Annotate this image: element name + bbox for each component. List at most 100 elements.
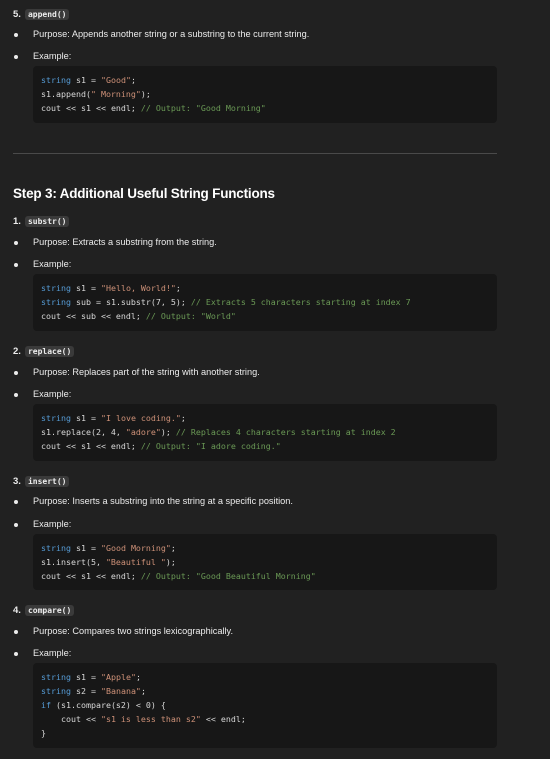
code-token: endl xyxy=(110,103,131,113)
code-token: cout xyxy=(41,441,61,451)
purpose-text: Purpose: Extracts a substring from the s… xyxy=(33,237,217,247)
code-line: string s2 = "Banana"; xyxy=(41,684,497,698)
code-token: } xyxy=(41,728,46,738)
code-token: ; xyxy=(180,413,186,423)
code-token: "Beautiful " xyxy=(105,557,166,567)
code-line: s1.replace(2, 4, "adore"); // Replaces 4… xyxy=(41,425,497,439)
code-line: cout << "s1 is less than s2" << endl; xyxy=(41,712,497,726)
code-token: "s1 is less than s2" xyxy=(100,714,201,724)
bullet-icon xyxy=(14,241,18,245)
code-line: string s1 = "Hello, World!"; xyxy=(41,281,497,295)
function-name: substr() xyxy=(24,216,70,227)
code-token: sub = s1.substr(7, 5); xyxy=(70,297,191,307)
code-line: if (s1.compare(s2) < 0) { xyxy=(41,698,497,712)
code-token: ; xyxy=(175,283,181,293)
code-token: s2 = xyxy=(70,686,101,696)
code-token: s1 = xyxy=(70,75,101,85)
code-line: s1.insert(5, "Beautiful "); xyxy=(41,555,497,569)
code-token: ); xyxy=(165,557,176,567)
function-name: compare() xyxy=(24,605,75,616)
code-token: cout xyxy=(41,103,61,113)
section-number: 2. xyxy=(13,346,21,357)
bullet-icon xyxy=(14,523,18,527)
code-token: // Output: "World" xyxy=(145,311,236,321)
code-token: s1.insert(5, xyxy=(41,557,106,567)
code-token: ; xyxy=(130,103,141,113)
code-token: // Output: "Good Morning" xyxy=(140,103,266,113)
purpose-text: Purpose: Replaces part of the string wit… xyxy=(33,367,260,377)
section-replace-title: 2. replace() xyxy=(13,346,75,357)
code-token: s1.replace(2, 4, xyxy=(41,427,126,437)
function-name: replace() xyxy=(24,346,75,357)
code-token: ; xyxy=(130,75,136,85)
code-block[interactable]: string s1 = "Apple"; string s2 = "Banana"… xyxy=(33,663,497,748)
code-token: cout << xyxy=(41,714,101,724)
code-block[interactable]: string s1 = "Good"; s1.append(" Morning")… xyxy=(33,66,497,123)
code-line: string s1 = "I love coding."; xyxy=(41,411,497,425)
code-token: cout xyxy=(41,571,61,581)
bullet-icon xyxy=(14,500,18,504)
code-line: string sub = s1.substr(7, 5); // Extract… xyxy=(41,295,497,309)
function-name: append() xyxy=(24,9,70,20)
code-line: cout << s1 << endl; // Output: "Good Mor… xyxy=(41,101,497,115)
code-token: s1 = xyxy=(70,283,101,293)
document: 5. append() Purpose: Appends another stri… xyxy=(0,0,550,759)
code-token: "Hello, World!" xyxy=(100,283,176,293)
code-block[interactable]: string s1 = "I love coding."; s1.replace(… xyxy=(33,404,497,461)
code-token: s1 = xyxy=(70,413,101,423)
code-token: string xyxy=(41,297,71,307)
code-token: ); xyxy=(140,89,151,99)
code-line: } xyxy=(41,726,497,740)
code-line: string s1 = "Good Morning"; xyxy=(41,541,497,555)
code-block[interactable]: string s1 = "Good Morning"; s1.insert(5, … xyxy=(33,534,497,590)
code-token: string xyxy=(41,686,71,696)
code-line: string s1 = "Good"; xyxy=(41,73,497,87)
code-token: ; xyxy=(170,543,176,553)
function-name: insert() xyxy=(24,476,70,487)
example-label: Example: xyxy=(33,51,72,61)
example-label: Example: xyxy=(33,648,72,658)
code-token: " Morning" xyxy=(90,89,141,99)
code-token: "I love coding." xyxy=(100,413,181,423)
example-label: Example: xyxy=(33,389,72,399)
code-token: "adore" xyxy=(125,427,161,437)
code-token: s1.append( xyxy=(41,89,91,99)
example-label: Example: xyxy=(33,259,72,269)
code-line: s1.append(" Morning"); xyxy=(41,87,497,101)
code-token: // Replaces 4 characters starting at ind… xyxy=(175,427,396,437)
section-compare-title: 4. compare() xyxy=(13,605,75,616)
code-token: << s1 << endl; xyxy=(60,441,141,451)
bullet-icon xyxy=(14,55,18,59)
divider xyxy=(13,153,497,154)
code-token: "Good Morning" xyxy=(100,543,171,553)
bullet-icon xyxy=(14,371,18,375)
bullet-icon xyxy=(14,630,18,634)
section-number: 5. xyxy=(13,9,21,20)
code-token: s1 = xyxy=(70,543,101,553)
code-token: << sub << endl; xyxy=(60,311,146,321)
code-line: cout << s1 << endl; // Output: "Good Bea… xyxy=(41,569,497,583)
bullet-icon xyxy=(14,263,18,267)
purpose-text: Purpose: Compares two strings lexicograp… xyxy=(33,626,233,636)
section-number: 1. xyxy=(13,216,21,227)
code-token: << s1 << endl; xyxy=(60,571,141,581)
code-token: string xyxy=(41,75,71,85)
code-token: ; xyxy=(140,686,146,696)
section-heading: Step 3: Additional Useful String Functio… xyxy=(13,186,275,201)
code-token: "Apple" xyxy=(100,672,136,682)
code-token: << endl; xyxy=(200,714,246,724)
code-token: ; xyxy=(135,672,141,682)
section-insert-title: 3. insert() xyxy=(13,476,70,487)
bullet-icon xyxy=(14,393,18,397)
code-token: cout xyxy=(41,311,61,321)
section-substr-title: 1. substr() xyxy=(13,216,70,227)
code-line: cout << sub << endl; // Output: "World" xyxy=(41,309,497,323)
code-token: string xyxy=(41,543,71,553)
code-token: ); xyxy=(160,427,176,437)
example-label: Example: xyxy=(33,519,72,529)
section-number: 4. xyxy=(13,605,21,616)
code-token: string xyxy=(41,283,71,293)
code-line: cout << s1 << endl; // Output: "I adore … xyxy=(41,439,497,453)
code-block[interactable]: string s1 = "Hello, World!"; string sub =… xyxy=(33,274,497,331)
section-number: 3. xyxy=(13,476,21,487)
